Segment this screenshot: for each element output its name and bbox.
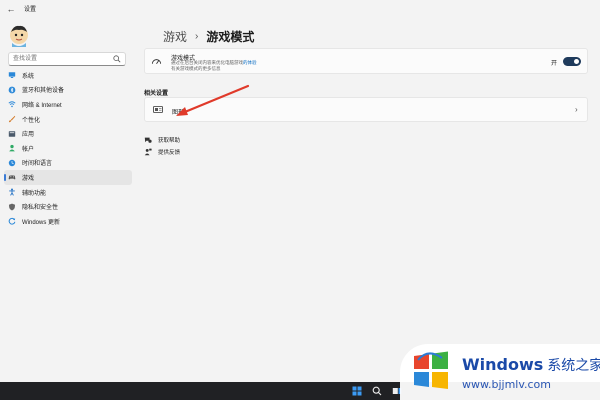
update-icon xyxy=(8,218,16,225)
sidebar-item-label: 辅助功能 xyxy=(22,190,47,197)
accessibility-icon xyxy=(9,188,15,196)
watermark-url: www.bjjmlv.com xyxy=(462,378,551,391)
windows-logo-icon xyxy=(414,351,448,389)
search-input[interactable] xyxy=(13,53,113,65)
speedometer-icon xyxy=(151,59,162,65)
sidebar-item-personalization[interactable]: 个性化 xyxy=(4,112,132,127)
sidebar-item-label: 应用 xyxy=(22,132,35,139)
sidebar-item-gaming[interactable]: 游戏 xyxy=(4,170,132,185)
apps-icon xyxy=(8,130,16,137)
sidebar-item-privacy[interactable]: 隐私和安全性 xyxy=(4,199,132,214)
sidebar-item-label: 帐户 xyxy=(22,146,35,153)
graphics-label: 图形 xyxy=(172,110,185,116)
sidebar-item-time-language[interactable]: 时间和语言 xyxy=(4,156,132,171)
sidebar-item-label: 隐私和安全性 xyxy=(22,205,59,212)
sidebar-item-accessibility[interactable]: 辅助功能 xyxy=(4,185,132,200)
title-bar: ← 设置 xyxy=(0,0,600,18)
sidebar: 系统 蓝牙和其他设备 网络 & Internet 个性化 应用 帐户 时间和语言… xyxy=(4,68,132,229)
sidebar-item-bluetooth[interactable]: 蓝牙和其他设备 xyxy=(4,83,132,98)
app-title: 设置 xyxy=(24,7,37,13)
support-links: 获取帮助 提供反馈 xyxy=(144,134,180,158)
graphics-settings-row[interactable]: 图形 › xyxy=(144,97,588,122)
get-help-label[interactable]: 获取帮助 xyxy=(158,136,180,144)
game-mode-card: 游戏模式 通过在后台关闭内容来优化电脑游戏的体验 有关游戏模式的更多信息 开 xyxy=(144,48,588,74)
game-mode-more-info: 有关游戏模式的更多信息 xyxy=(171,66,221,71)
game-mode-description-link[interactable]: 的体验 xyxy=(243,60,257,65)
search-box[interactable] xyxy=(8,52,126,66)
sidebar-item-label: Windows 更新 xyxy=(22,219,61,226)
sidebar-item-system[interactable]: 系统 xyxy=(4,68,132,83)
help-chat-icon xyxy=(144,137,152,143)
sidebar-item-label: 时间和语言 xyxy=(22,161,53,168)
windows-start-icon[interactable] xyxy=(352,386,362,396)
person-icon xyxy=(9,145,15,152)
watermark-brand-cn: 系统之家 xyxy=(547,358,600,374)
sidebar-item-label: 游戏 xyxy=(22,175,35,182)
sidebar-item-label: 系统 xyxy=(22,73,35,80)
feedback-link[interactable]: 提供反馈 xyxy=(144,146,180,158)
sidebar-item-label: 个性化 xyxy=(22,117,41,124)
game-mode-toggle[interactable] xyxy=(563,57,581,66)
display-graphics-icon xyxy=(153,106,163,113)
feedback-label[interactable]: 提供反馈 xyxy=(158,148,180,156)
toggle-state-label: 开 xyxy=(551,61,558,67)
page-title: 游戏模式 xyxy=(206,30,255,44)
back-arrow-icon[interactable]: ← xyxy=(5,3,17,15)
brush-icon xyxy=(8,115,16,123)
sidebar-item-label: 蓝牙和其他设备 xyxy=(22,88,65,95)
breadcrumb-parent[interactable]: 游戏 xyxy=(163,28,187,45)
get-help-link[interactable]: 获取帮助 xyxy=(144,134,180,146)
sidebar-item-label: 网络 & Internet xyxy=(22,102,62,109)
chevron-right-icon: › xyxy=(575,105,578,114)
watermark-brand: Windows 系统之家 xyxy=(462,355,600,375)
sidebar-item-windows-update[interactable]: Windows 更新 xyxy=(4,214,132,229)
wifi-icon xyxy=(8,101,16,108)
watermark: Windows 系统之家 www.bjjmlv.com xyxy=(400,344,600,400)
breadcrumb-separator: › xyxy=(195,31,199,42)
breadcrumb: 游戏 › 游戏模式 xyxy=(163,28,254,45)
game-mode-description-text: 通过在后台关闭内容来优化电脑游戏 xyxy=(171,60,243,65)
avatar[interactable] xyxy=(8,23,30,47)
search-icon[interactable] xyxy=(113,55,121,63)
monitor-icon xyxy=(8,72,16,79)
feedback-person-icon xyxy=(144,148,152,156)
sidebar-item-apps[interactable]: 应用 xyxy=(4,126,132,141)
gamepad-icon xyxy=(8,175,16,180)
watermark-brand-en: Windows xyxy=(462,355,544,374)
taskbar-search-icon[interactable] xyxy=(372,386,382,396)
sidebar-item-accounts[interactable]: 帐户 xyxy=(4,141,132,156)
shield-icon xyxy=(8,203,16,211)
bluetooth-icon xyxy=(8,86,16,94)
sidebar-item-network[interactable]: 网络 & Internet xyxy=(4,97,132,112)
related-settings-heading: 相关设置 xyxy=(144,91,169,97)
clock-globe-icon xyxy=(8,159,16,167)
